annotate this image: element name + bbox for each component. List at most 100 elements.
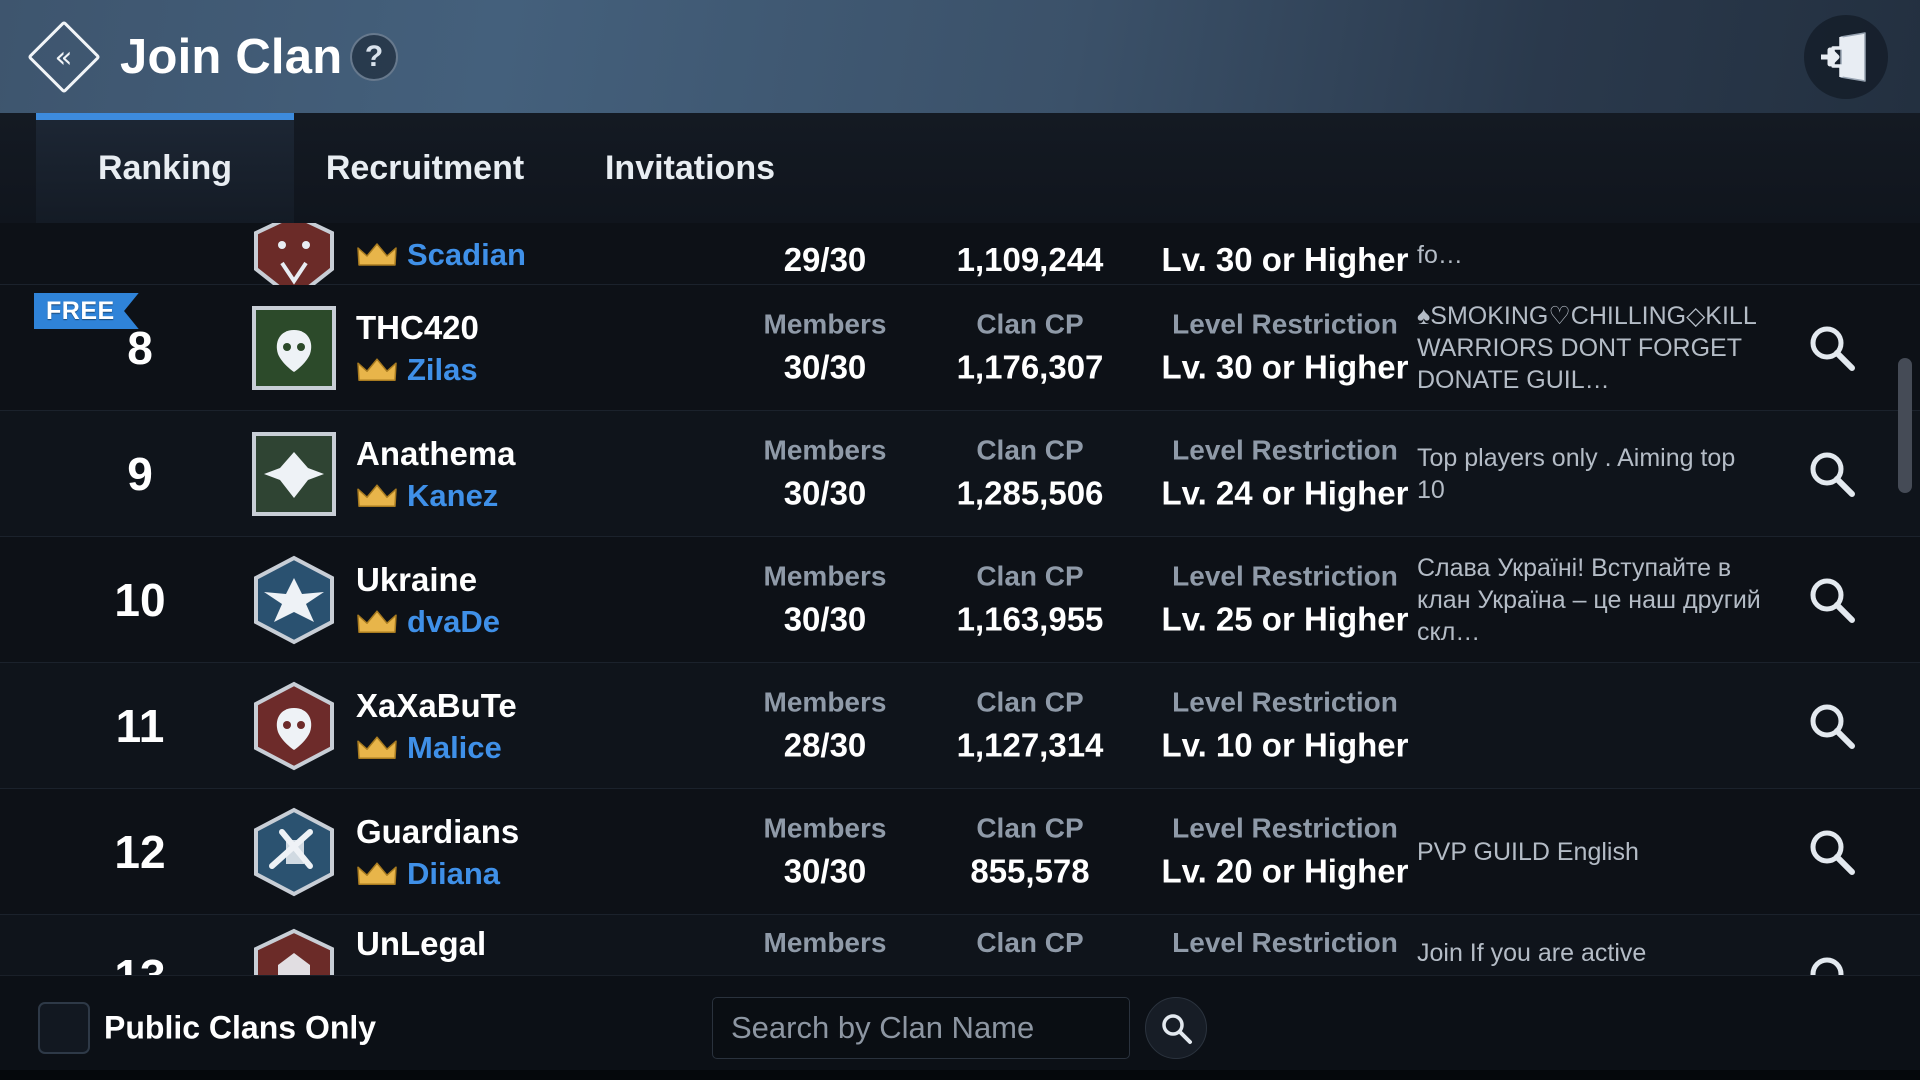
rank-number: 11 [115,699,165,752]
members-cell: Members 30/30 [720,556,930,643]
clan-name: XaXaBuTe [356,686,517,724]
tab-ranking[interactable]: Ranking [36,113,294,223]
clan-leader: Scadian [356,237,526,273]
magnifier-icon [1162,1014,1192,1044]
tab-invitations[interactable]: Invitations [566,113,814,223]
level-restriction-label: Level Restriction [1172,560,1398,592]
clan-leader: Kanez [356,478,516,514]
members-cell: Members 30/30 [720,304,930,391]
level-restriction-value: Lv. 24 or Higher [1161,474,1409,512]
search-button[interactable] [1145,997,1207,1059]
rank-number: 13 [100,949,180,975]
members-value: 29/30 [783,241,867,278]
clan-leader-name: Zilas [407,352,478,388]
members-label: Members [763,434,887,466]
chevron-double-left-icon: « [27,19,101,94]
members-value: 30/30 [783,474,867,512]
clan-description: Top players only . Aiming top 10 [1417,443,1736,504]
clan-description: fo… [1417,241,1463,269]
clan-description: Слава Україні! Вступайте в клан Україна … [1417,553,1761,646]
members-label: Members [763,308,887,340]
clan-identity: Ukraine dvaDe [356,559,500,641]
level-restriction-label: Level Restriction [1172,434,1398,466]
join-clan-screen: « Join Clan ? Ranking Recruitment Invita… [0,0,1920,1080]
search-field[interactable] [712,997,1130,1059]
magnifier-icon[interactable] [1806,322,1858,374]
clan-emblem [248,680,340,772]
level-restriction-cell: Level Restriction Lv. 24 or Higher [1120,430,1450,517]
members-value: 30/30 [783,348,867,386]
members-value: 28/30 [783,726,867,764]
bottom-strip [0,1070,1920,1080]
clan-leader: Zilas [356,352,479,388]
crown-icon [357,243,397,266]
public-clans-only-checkbox[interactable] [38,1002,90,1054]
members-cell: Members 28/30 [720,682,930,769]
rank-number: 9 [127,447,153,500]
crown-icon [357,862,397,886]
members-value: 30/30 [783,852,867,890]
clan-emblem [248,428,340,520]
clan-leader-name: Kanez [407,478,499,514]
table-row[interactable]: 12 Guardians Diiana Members 30/30 Clan C… [0,789,1920,915]
members-cell: Members 30/30 [720,430,930,517]
magnifier-icon[interactable] [1806,953,1858,975]
magnifier-icon[interactable] [1806,574,1858,626]
clan-identity: Guardians Diiana [356,811,519,893]
clan-name: Ukraine [356,560,478,598]
crown-icon [357,610,397,634]
page-title: Join Clan [120,29,343,84]
level-restriction-value: Lv. 10 or Higher [1161,726,1409,764]
clan-leader: Malice [356,730,517,766]
search-input[interactable] [731,1010,1111,1046]
level-restriction-cell: Lv. 30 or Higher [1120,237,1450,283]
table-row[interactable]: 13 UnLegal Members Clan CP Level Restric… [0,915,1920,975]
list-scrollbar[interactable] [1898,358,1912,493]
clan-leader: dvaDe [356,604,500,640]
level-restriction-cell: Level Restriction [1120,923,1450,964]
public-clans-only-label: Public Clans Only [104,1009,377,1046]
tab-recruitment-label: Recruitment [325,148,525,187]
clan-leader-name: Malice [407,730,502,766]
clan-leader-name: Diiana [407,856,501,892]
members-label: Members [763,927,887,958]
clan-emblem [248,302,340,394]
back-button[interactable]: « [26,19,102,95]
table-row[interactable]: FREE 8 THC420 Zilas Members 30/30 Clan C… [0,285,1920,411]
level-restriction-cell: Level Restriction Lv. 30 or Higher [1120,304,1450,391]
exit-button[interactable] [1804,14,1888,99]
table-row[interactable]: 10 Ukraine dvaDe Members 30/30 Clan CP 1… [0,537,1920,663]
clan-description: ♠SMOKING♡CHILLING◇KILL WARRIORS DONT FOR… [1417,301,1756,394]
tab-recruitment[interactable]: Recruitment [294,113,556,223]
level-restriction-label: Level Restriction [1172,812,1398,844]
clan-name: THC420 [356,308,479,346]
clan-leader-name: dvaDe [407,604,501,640]
clan-name: Anathema [356,434,516,472]
clan-emblem [248,554,340,646]
level-restriction-cell: Level Restriction Lv. 25 or Higher [1120,556,1450,643]
members-value: 30/30 [783,600,867,638]
table-row[interactable]: 9 Anathema Kanez Members 30/30 Clan CP 1… [0,411,1920,537]
table-row[interactable]: Scadian 29/30 1,109,244 Lv. 30 or Higher… [0,223,1920,302]
help-icon[interactable]: ? [350,32,398,81]
clan-ranking-list[interactable]: Scadian 29/30 1,109,244 Lv. 30 or Higher… [0,223,1920,975]
clan-emblem [248,806,340,898]
table-row[interactable]: 11 XaXaBuTe Malice Members 28/30 Clan CP… [0,663,1920,789]
magnifier-icon[interactable] [1806,700,1858,752]
tab-bar: Ranking Recruitment Invitations [0,113,1920,223]
clan-name: Guardians [356,812,520,850]
tab-ranking-label: Ranking [97,148,233,187]
tab-invitations-label: Invitations [604,148,776,187]
members-cell: Members [720,923,930,964]
level-restriction-label: Level Restriction [1172,927,1398,958]
clan-identity: Scadian [356,233,526,273]
members-label: Members [763,812,887,844]
clan-identity: THC420 Zilas [356,307,479,389]
level-restriction-label: Level Restriction [1172,686,1398,718]
magnifier-icon[interactable] [1806,826,1858,878]
clan-name: UnLegal [356,925,487,962]
magnifier-icon[interactable] [1806,448,1858,500]
page-header: « Join Clan ? [0,0,1920,113]
bottom-bar: Public Clans Only [0,975,1920,1080]
crown-icon [357,484,397,508]
